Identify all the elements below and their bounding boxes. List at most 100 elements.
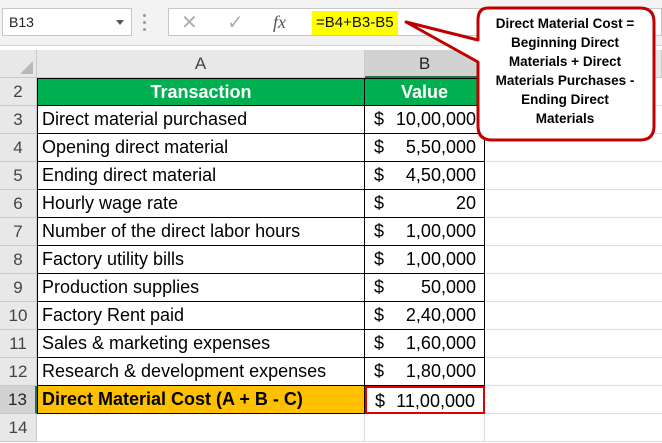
cancel-icon[interactable]: ✕ <box>181 13 198 33</box>
amount: 20 <box>455 193 476 213</box>
callout-line: Beginning Direct <box>510 35 619 50</box>
row-number[interactable]: 8 <box>0 246 37 274</box>
value-cell[interactable]: $1,80,000 <box>365 358 485 386</box>
table-row: 14 <box>0 414 662 442</box>
transaction-cell[interactable]: Research & development expenses <box>37 358 365 386</box>
callout-line: Materials <box>535 111 595 126</box>
value-cell[interactable]: $4,50,000 <box>365 162 485 190</box>
column-header-b[interactable]: B <box>365 50 485 78</box>
empty-cell[interactable] <box>365 414 485 442</box>
table-row: 8 Factory utility bills $1,00,000 <box>0 246 662 274</box>
currency-symbol: $ <box>374 249 385 269</box>
transaction-cell[interactable]: Production supplies <box>37 274 365 302</box>
empty-cell[interactable] <box>485 358 662 386</box>
amount: 2,40,000 <box>405 305 476 325</box>
table-row: 11 Sales & marketing expenses $1,60,000 <box>0 330 662 358</box>
table-row: 12 Research & development expenses $1,80… <box>0 358 662 386</box>
table-row: 7 Number of the direct labor hours $1,00… <box>0 218 662 246</box>
currency-symbol: $ <box>374 165 385 185</box>
table-row: 4 Opening direct material $5,50,000 <box>0 134 662 162</box>
callout-line: Materials Purchases - <box>495 73 635 88</box>
amount: 1,00,000 <box>405 249 476 269</box>
row-number[interactable]: 4 <box>0 134 37 162</box>
name-box[interactable]: B13 <box>2 8 132 36</box>
row-number[interactable]: 3 <box>0 106 37 134</box>
amount: 1,80,000 <box>405 361 476 381</box>
empty-cell[interactable] <box>485 330 662 358</box>
transaction-cell[interactable]: Ending direct material <box>37 162 365 190</box>
transaction-cell[interactable]: Factory utility bills <box>37 246 365 274</box>
row-number[interactable]: 14 <box>0 414 37 442</box>
column-header-a[interactable]: A <box>37 50 365 78</box>
row-number[interactable]: 2 <box>0 78 37 106</box>
value-cell[interactable]: $1,00,000 <box>365 246 485 274</box>
currency-symbol: $ <box>374 305 385 325</box>
value-cell[interactable]: $2,40,000 <box>365 302 485 330</box>
currency-symbol: $ <box>374 109 385 129</box>
amount: 50,000 <box>420 277 476 297</box>
amount: 1,60,000 <box>405 333 476 353</box>
empty-cell[interactable] <box>485 190 662 218</box>
currency-symbol: $ <box>374 361 385 381</box>
value-cell[interactable]: $1,60,000 <box>365 330 485 358</box>
formula-text[interactable]: =B4+B3-B5 <box>312 11 398 35</box>
drag-handle-icon[interactable] <box>143 14 147 32</box>
row-number[interactable]: 6 <box>0 190 37 218</box>
table-row: 10 Factory Rent paid $2,40,000 <box>0 302 662 330</box>
value-cell[interactable]: $50,000 <box>365 274 485 302</box>
value-cell[interactable]: $20 <box>365 190 485 218</box>
row-number[interactable]: 11 <box>0 330 37 358</box>
chevron-down-icon[interactable] <box>116 20 124 25</box>
empty-cell[interactable] <box>485 302 662 330</box>
empty-cell[interactable] <box>37 414 365 442</box>
row-number[interactable]: 7 <box>0 218 37 246</box>
empty-cell[interactable] <box>485 386 662 414</box>
selected-total-cell[interactable]: $11,00,000 <box>365 386 485 414</box>
callout-line: Direct Material Cost = <box>495 16 635 31</box>
total-row: 13 Direct Material Cost (A + B - C) $11,… <box>0 386 662 414</box>
amount: 4,50,000 <box>405 165 476 185</box>
insert-function-icon[interactable]: fx <box>273 12 286 33</box>
empty-cell[interactable] <box>485 162 662 190</box>
callout-line: Ending Direct <box>521 92 609 107</box>
callout-text: Direct Material Cost = Beginning Direct … <box>484 14 646 128</box>
currency-symbol: $ <box>374 333 385 353</box>
row-number[interactable]: 13 <box>0 386 37 414</box>
value-cell[interactable]: $10,00,000 <box>365 106 485 134</box>
table-row: 5 Ending direct material $4,50,000 <box>0 162 662 190</box>
transaction-cell[interactable]: Factory Rent paid <box>37 302 365 330</box>
row-number[interactable]: 12 <box>0 358 37 386</box>
header-cell-value[interactable]: Value <box>365 78 485 106</box>
callout-line: Materials + Direct <box>508 54 622 69</box>
empty-cell[interactable] <box>485 218 662 246</box>
empty-cell[interactable] <box>485 414 662 442</box>
amount: 1,00,000 <box>405 221 476 241</box>
currency-symbol: $ <box>374 221 385 241</box>
enter-icon[interactable]: ✓ <box>227 13 244 33</box>
value-cell[interactable]: $1,00,000 <box>365 218 485 246</box>
row-number[interactable]: 9 <box>0 274 37 302</box>
total-label-cell[interactable]: Direct Material Cost (A + B - C) <box>37 386 365 414</box>
row-number[interactable]: 5 <box>0 162 37 190</box>
empty-cell[interactable] <box>485 246 662 274</box>
transaction-cell[interactable]: Number of the direct labor hours <box>37 218 365 246</box>
name-box-value: B13 <box>9 14 34 30</box>
amount: 5,50,000 <box>405 137 476 157</box>
currency-symbol: $ <box>375 391 386 411</box>
transaction-cell[interactable]: Direct material purchased <box>37 106 365 134</box>
row-number[interactable]: 10 <box>0 302 37 330</box>
empty-cell[interactable] <box>485 134 662 162</box>
currency-symbol: $ <box>374 277 385 297</box>
value-cell[interactable]: $5,50,000 <box>365 134 485 162</box>
empty-cell[interactable] <box>485 274 662 302</box>
header-cell-transaction[interactable]: Transaction <box>37 78 365 106</box>
table-row: 9 Production supplies $50,000 <box>0 274 662 302</box>
transaction-cell[interactable]: Sales & marketing expenses <box>37 330 365 358</box>
amount: 11,00,000 <box>396 391 475 411</box>
transaction-cell[interactable]: Hourly wage rate <box>37 190 365 218</box>
amount: 10,00,000 <box>395 109 476 129</box>
select-all-corner[interactable] <box>0 50 37 78</box>
currency-symbol: $ <box>374 137 385 157</box>
select-all-icon <box>20 61 33 74</box>
transaction-cell[interactable]: Opening direct material <box>37 134 365 162</box>
